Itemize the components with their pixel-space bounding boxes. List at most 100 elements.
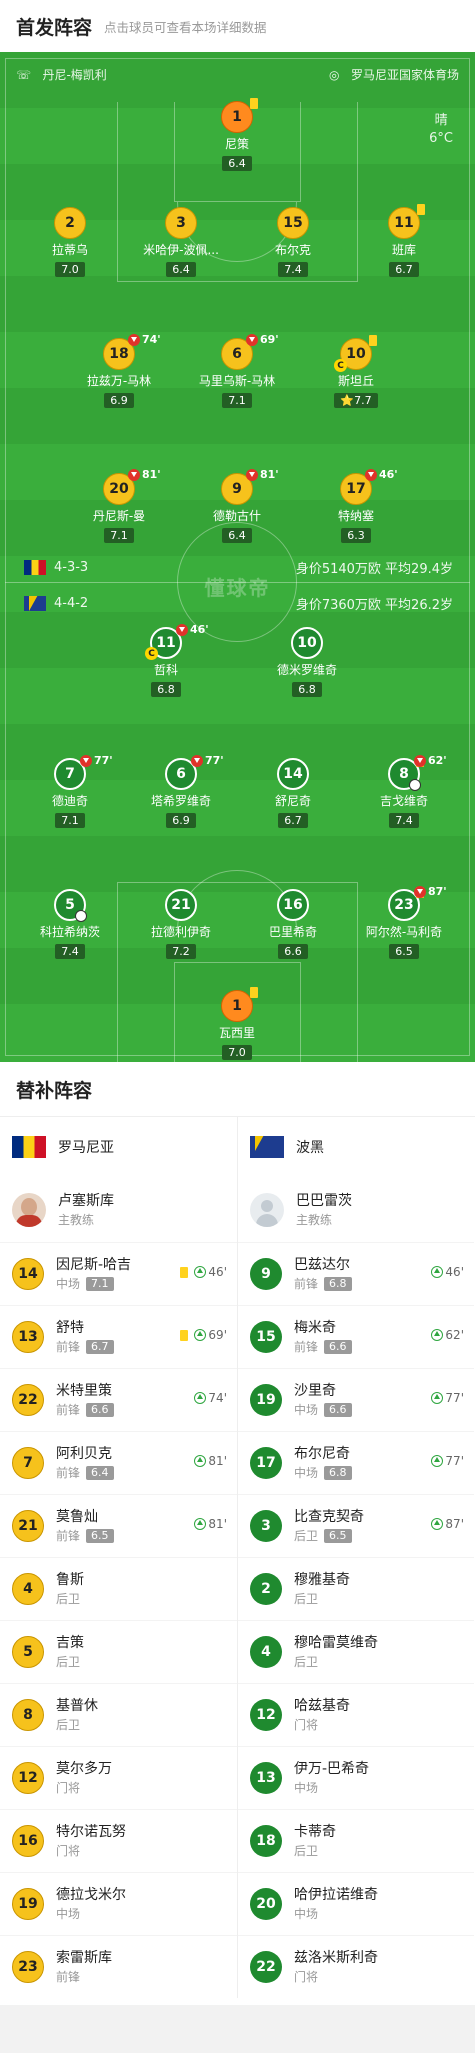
- jersey-number: 22: [12, 1384, 44, 1416]
- pitch: ☏ 丹尼-梅凯利 ◎ 罗马尼亚国家体育场 晴 6°C 懂球帝 4-3-3 身价51…: [0, 52, 475, 1062]
- jersey-number: 21: [12, 1510, 44, 1542]
- away-player[interactable]: 6 77' 塔希罗维奇 6.9: [121, 754, 241, 828]
- home-player[interactable]: 18 74' 拉兹万-马林 6.9: [59, 333, 179, 408]
- bench-player-row[interactable]: 19 沙里奇 中场 6.6 77': [238, 1368, 474, 1431]
- away-player[interactable]: 14 舒尼奇 6.7: [233, 758, 353, 828]
- temperature-text: 6°C: [429, 131, 453, 146]
- bench-player-row[interactable]: 2 穆雅基奇 后卫: [238, 1557, 474, 1620]
- bench-player-meta: 前锋 6.6: [294, 1338, 352, 1356]
- bench-player-position: 后卫: [56, 1655, 81, 1669]
- bench-player-row[interactable]: 13 伊万-巴希奇 中场: [238, 1746, 474, 1809]
- bench-player-meta: 中场: [294, 1779, 369, 1797]
- home-player[interactable]: 9 81' 德勒古什 6.4: [177, 468, 297, 543]
- home-coach[interactable]: 卢塞斯库 主教练: [0, 1177, 237, 1242]
- away-coach-name: 巴巴雷茨: [296, 1192, 352, 1209]
- bench-player-name: 莫尔多万: [56, 1761, 112, 1777]
- away-player[interactable]: 21 拉德利伊奇 7.2: [121, 889, 241, 959]
- bench-player-info: 因尼斯-哈吉 中场 7.1: [56, 1255, 131, 1293]
- bench-player-row[interactable]: 4 穆哈雷莫维奇 后卫: [238, 1620, 474, 1683]
- away-player[interactable]: 10 德米罗维奇 6.8: [247, 627, 367, 697]
- home-player[interactable]: 3 米哈伊-波佩... 6.4: [121, 207, 241, 277]
- bench-player-meta: 门将: [294, 1716, 350, 1734]
- away-coach[interactable]: 巴巴雷茨 主教练: [238, 1177, 474, 1242]
- bench-player-row[interactable]: 23 索雷斯库 前锋: [0, 1935, 237, 1998]
- jersey-number: 21: [165, 889, 197, 921]
- weather-text: 晴: [434, 113, 448, 128]
- away-player[interactable]: 5 科拉希纳茨 7.4: [10, 889, 130, 959]
- jersey-number: 19: [12, 1888, 44, 1920]
- bench-player-position: 中场: [294, 1403, 319, 1417]
- lineup-title: 首发阵容: [16, 16, 93, 39]
- bench-player-row[interactable]: 20 哈伊拉诺维奇 中场: [238, 1872, 474, 1935]
- bench-player-info: 索雷斯库 前锋: [56, 1948, 112, 1986]
- bench-player-row[interactable]: 4 鲁斯 后卫: [0, 1557, 237, 1620]
- sub-off-icon: [191, 754, 203, 767]
- bench-player-meta: 前锋 6.5: [56, 1527, 114, 1545]
- bench-player-row[interactable]: 14 因尼斯-哈吉 中场 7.1 46': [0, 1242, 237, 1305]
- bench-player-row[interactable]: 15 梅米奇 前锋 6.6 62': [238, 1305, 474, 1368]
- bench-player-position: 前锋: [56, 1529, 81, 1543]
- bench-player-row[interactable]: 12 莫尔多万 门将: [0, 1746, 237, 1809]
- player-rating: 6.7: [389, 262, 419, 277]
- bench-player-info: 德拉戈米尔 中场: [56, 1885, 126, 1923]
- substitution-off: 46': [365, 468, 398, 481]
- home-player[interactable]: 2 拉蒂乌 7.0: [10, 207, 130, 277]
- weather-info: 晴 6°C: [429, 112, 453, 148]
- bench-player-info: 伊万-巴希奇 中场: [294, 1759, 369, 1797]
- substitution-on: 46': [431, 1265, 464, 1279]
- bench-player-meta: 中场 6.8: [294, 1464, 352, 1482]
- bench-player-row[interactable]: 3 比查克契奇 后卫 6.5 87': [238, 1494, 474, 1557]
- bench-player-row[interactable]: 5 吉策 后卫: [0, 1620, 237, 1683]
- away-player[interactable]: 11 C 46' 哲科 6.8: [106, 623, 226, 697]
- bench-player-name: 米特里策: [56, 1383, 112, 1399]
- bench-player-row[interactable]: 17 布尔尼奇 中场 6.8 77': [238, 1431, 474, 1494]
- bench-player-rating: 6.6: [86, 1403, 114, 1417]
- bench-player-row[interactable]: 19 德拉戈米尔 中场: [0, 1872, 237, 1935]
- sub-off-icon: [246, 333, 258, 346]
- bench-player-meta: 后卫: [294, 1590, 350, 1608]
- away-player[interactable]: 1 瓦西里 7.0: [177, 987, 297, 1060]
- away-bench-team: 波黑: [238, 1117, 474, 1177]
- jersey-number: 18 74': [103, 333, 161, 370]
- bench-player-info: 莫鲁灿 前锋 6.5: [56, 1507, 114, 1545]
- player-name: 德勒古什: [212, 509, 261, 523]
- home-player[interactable]: 20 81' 丹尼斯-曼 7.1: [59, 468, 179, 543]
- home-player[interactable]: 15 布尔克 7.4: [233, 207, 353, 277]
- rating-value: 7.1: [61, 814, 79, 827]
- bench-player-name: 沙里奇: [294, 1383, 336, 1399]
- bench-player-position: 前锋: [56, 1403, 81, 1417]
- home-player[interactable]: 1 尼策 6.4: [177, 98, 297, 171]
- rating-value: 7.0: [228, 1046, 246, 1059]
- away-player[interactable]: 7 77' 德迪奇 7.1: [10, 754, 130, 828]
- bench-player-row[interactable]: 7 阿利贝克 前锋 6.4 81': [0, 1431, 237, 1494]
- home-player[interactable]: 6 69' 马里乌斯-马林 7.1: [177, 333, 297, 408]
- home-player[interactable]: 11 班库 6.7: [344, 204, 464, 277]
- jersey-number: 17 46': [340, 468, 398, 505]
- bench-player-row[interactable]: 22 兹洛米斯利奇 门将: [238, 1935, 474, 1998]
- bench-player-row[interactable]: 9 巴兹达尔 前锋 6.8 46': [238, 1242, 474, 1305]
- bench-player-meta: 前锋: [56, 1968, 112, 1986]
- bench-player-row[interactable]: 12 哈兹基奇 门将: [238, 1683, 474, 1746]
- away-formation: 4-4-2: [54, 596, 89, 611]
- bench-player-row[interactable]: 13 舒特 前锋 6.7 69': [0, 1305, 237, 1368]
- bench-player-row[interactable]: 18 卡蒂奇 后卫: [238, 1809, 474, 1872]
- bench-player-name: 因尼斯-哈吉: [56, 1257, 132, 1273]
- away-coach-role: 主教练: [296, 1212, 333, 1227]
- bench-player-row[interactable]: 8 基普休 后卫: [0, 1683, 237, 1746]
- away-player[interactable]: 16 巴里希奇 6.6: [233, 889, 353, 959]
- bench-player-info: 布尔尼奇 中场 6.8: [294, 1444, 352, 1482]
- away-player[interactable]: 8 62' 吉戈维奇 7.4: [344, 754, 464, 828]
- bench-player-meta: 中场 6.6: [294, 1401, 352, 1419]
- bench-player-row[interactable]: 16 特尔诺瓦努 门将: [0, 1809, 237, 1872]
- bench-player-row[interactable]: 21 莫鲁灿 前锋 6.5 81': [0, 1494, 237, 1557]
- bench-player-name: 吉策: [56, 1635, 84, 1651]
- bench-player-meta: 门将: [56, 1842, 126, 1860]
- rating-value: 7.4: [284, 263, 302, 276]
- home-bench: 罗马尼亚 卢塞斯库 主教练 14 因尼斯-哈吉 中场 7.1 46' 13 舒特 前锋 6.7 69…: [0, 1117, 237, 1998]
- away-player[interactable]: 23 87' 阿尔然-马利奇 6.5: [344, 885, 464, 959]
- home-player[interactable]: 17 46' 特纳塞 6.3: [296, 468, 416, 543]
- home-player[interactable]: 10 C 斯坦丘 ⭐7.7: [296, 335, 416, 408]
- bench-player-row[interactable]: 22 米特里策 前锋 6.6 74': [0, 1368, 237, 1431]
- sub-off-icon: [128, 333, 140, 346]
- rating-value: 6.3: [347, 529, 365, 542]
